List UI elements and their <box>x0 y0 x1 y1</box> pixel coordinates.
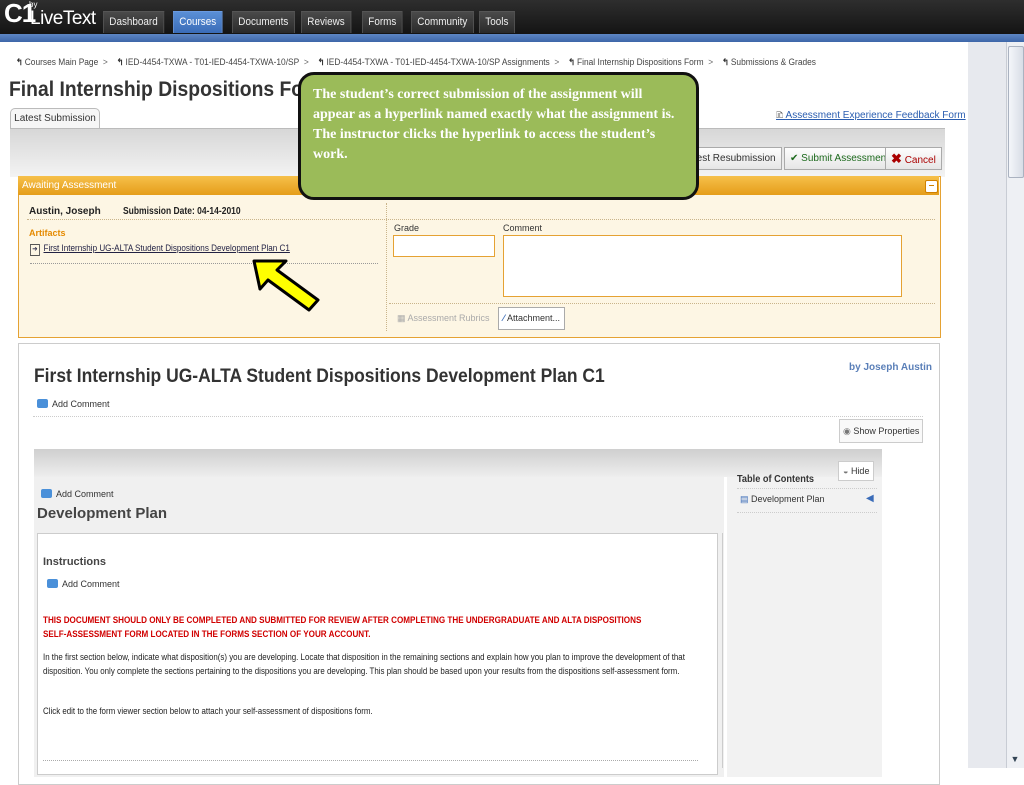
logo-text: LiveText <box>30 8 96 29</box>
top-nav-strip <box>0 34 1024 42</box>
eye-icon: ◉ <box>843 426 854 436</box>
breadcrumb-item[interactable]: IED-4454-TXWA - T01-IED-4454-TXWA-10/SP <box>126 57 300 67</box>
up-arrow-icon: ↰ <box>568 57 576 67</box>
comment-icon <box>47 579 58 588</box>
hide-icon: ◒ <box>843 466 851 476</box>
up-arrow-icon: ↰ <box>15 57 23 67</box>
artifacts-label: Artifacts <box>29 228 66 238</box>
instructions-title: Instructions <box>43 556 106 568</box>
up-arrow-icon: ↰ <box>721 57 729 67</box>
divider <box>386 203 387 331</box>
add-comment-button[interactable]: Add Comment <box>37 399 110 409</box>
rubrics-icon: ▦ <box>397 313 408 323</box>
divider <box>33 416 923 417</box>
feedback-icon: 🗈 <box>776 110 786 121</box>
document-title: First Internship UG-ALTA Student Disposi… <box>34 366 605 387</box>
instructions-text: In the first section below, indicate wha… <box>43 652 685 676</box>
student-name: Austin, Joseph <box>29 206 101 217</box>
toc-panel <box>727 477 882 777</box>
tab-community[interactable]: Community <box>411 11 474 33</box>
breadcrumb-item[interactable]: Submissions & Grades <box>731 57 816 67</box>
comment-input[interactable] <box>503 235 902 297</box>
up-arrow-icon: ↰ <box>116 57 124 67</box>
tab-reviews[interactable]: Reviews <box>301 11 352 33</box>
divider <box>737 512 877 513</box>
arrow-left-icon[interactable]: ◀ <box>866 493 874 504</box>
tab-tools[interactable]: Tools <box>479 11 515 33</box>
add-comment-button[interactable]: Add Comment <box>41 489 114 499</box>
author-byline: by Joseph Austin <box>849 362 932 373</box>
show-properties-button[interactable]: ◉ Show Properties <box>839 419 924 443</box>
section-title: Development Plan <box>37 505 168 522</box>
divider <box>27 219 935 220</box>
divider <box>737 488 877 489</box>
instructions-text: Click edit to the form viewer section be… <box>43 706 373 716</box>
toc-item-development-plan[interactable]: ▤ Development Plan <box>740 494 825 505</box>
annotation-callout: The student’s correct submission of the … <box>298 72 699 200</box>
add-comment-button[interactable]: Add Comment <box>47 579 120 589</box>
breadcrumb-item[interactable]: IED-4454-TXWA - T01-IED-4454-TXWA-10/SP … <box>326 57 549 67</box>
divider <box>722 533 723 768</box>
submit-icon: ✔ <box>790 153 802 164</box>
submission-date: Submission Date: 04-14-2010 <box>123 206 241 217</box>
cancel-button[interactable]: ✖ Cancel <box>885 147 942 170</box>
toc-title: Table of Contents <box>737 474 815 485</box>
tab-forms[interactable]: Forms <box>362 11 403 33</box>
comment-icon <box>41 489 52 498</box>
document-icon: ➔ <box>30 244 40 256</box>
breadcrumb-item[interactable]: Courses Main Page <box>25 57 99 67</box>
divider <box>389 303 935 304</box>
tab-dashboard[interactable]: Dashboard <box>103 11 165 33</box>
collapse-icon[interactable]: – <box>925 180 938 193</box>
scroll-down-icon[interactable]: ▼ <box>1008 752 1022 766</box>
breadcrumb-item[interactable]: Final Internship Dispositions Form <box>577 57 704 67</box>
comment-label: Comment <box>503 223 543 233</box>
right-margin <box>968 42 1006 768</box>
pointer-arrow-icon <box>252 259 320 312</box>
viewer-toolbar <box>34 449 882 477</box>
tab-documents[interactable]: Documents <box>232 11 295 33</box>
feedback-link[interactable]: 🗈 Assessment Experience Feedback Form <box>776 108 966 125</box>
hide-toc-button[interactable]: ◒ Hide <box>838 461 875 481</box>
attachment-button[interactable]: ⁄ Attachment... <box>498 307 566 330</box>
scrollbar-thumb[interactable] <box>1008 46 1024 178</box>
page-icon: ▤ <box>740 494 752 504</box>
divider <box>43 760 698 761</box>
comment-icon <box>37 399 48 408</box>
tab-latest-submission[interactable]: Latest Submission <box>10 108 100 129</box>
breadcrumb: ↰ Courses Main Page > ↰ IED-4454-TXWA - T01… <box>15 57 816 67</box>
submit-assessment-button[interactable]: ✔ Submit Assessment <box>784 147 895 170</box>
warning-notice: THIS DOCUMENT SHOULD ONLY BE COMPLETED A… <box>43 615 642 639</box>
page-title: Final Internship Dispositions Form <box>9 78 328 101</box>
close-icon: ✖ <box>891 151 902 166</box>
grade-input[interactable] <box>393 235 495 257</box>
up-arrow-icon: ↰ <box>317 57 325 67</box>
assessment-rubrics-button[interactable]: ▦ Assessment Rubrics <box>393 308 494 329</box>
tab-courses[interactable]: Courses <box>173 11 223 33</box>
grade-label: Grade <box>394 223 420 233</box>
